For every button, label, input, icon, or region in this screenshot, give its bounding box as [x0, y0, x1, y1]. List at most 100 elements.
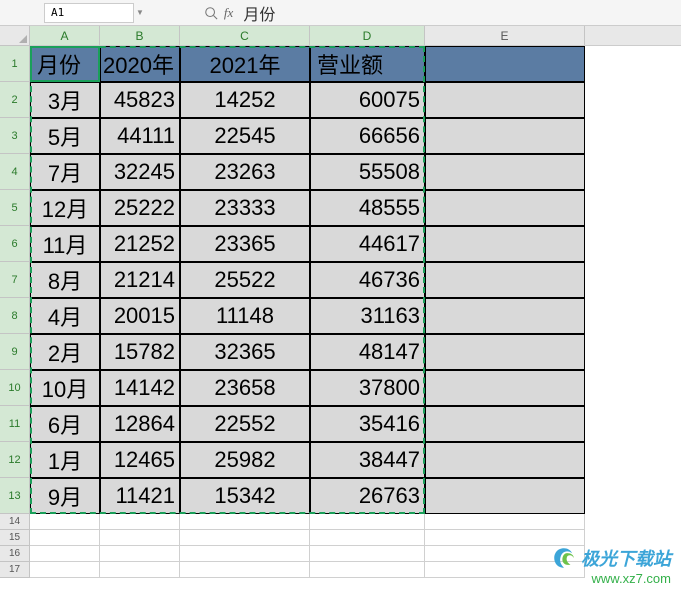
- search-icon[interactable]: [204, 6, 218, 20]
- header-month[interactable]: 月份: [30, 46, 100, 82]
- cell-2020[interactable]: 12864: [100, 406, 180, 442]
- cell-2020[interactable]: 32245: [100, 154, 180, 190]
- cell-empty[interactable]: [425, 406, 585, 442]
- cell-revenue[interactable]: 38447: [310, 442, 425, 478]
- cell-empty[interactable]: [30, 562, 100, 578]
- cell-empty[interactable]: [425, 154, 585, 190]
- cell-2020[interactable]: 12465: [100, 442, 180, 478]
- cell-month[interactable]: 6月: [30, 406, 100, 442]
- row-header[interactable]: 6: [0, 226, 30, 262]
- row-header[interactable]: 16: [0, 546, 30, 562]
- cell-empty[interactable]: [180, 530, 310, 546]
- cell-empty[interactable]: [425, 442, 585, 478]
- cell-2021[interactable]: 23333: [180, 190, 310, 226]
- cell-empty[interactable]: [425, 226, 585, 262]
- cell-empty[interactable]: [100, 530, 180, 546]
- cell-month[interactable]: 8月: [30, 262, 100, 298]
- row-header[interactable]: 11: [0, 406, 30, 442]
- cell-2020[interactable]: 45823: [100, 82, 180, 118]
- cell-2020[interactable]: 14142: [100, 370, 180, 406]
- cell-revenue[interactable]: 48147: [310, 334, 425, 370]
- cell-month[interactable]: 11月: [30, 226, 100, 262]
- cell-2021[interactable]: 25522: [180, 262, 310, 298]
- cell-revenue[interactable]: 55508: [310, 154, 425, 190]
- cell-revenue[interactable]: 66656: [310, 118, 425, 154]
- cell-empty[interactable]: [425, 190, 585, 226]
- cell-revenue[interactable]: 48555: [310, 190, 425, 226]
- cell-2020[interactable]: 15782: [100, 334, 180, 370]
- cell-empty[interactable]: [30, 546, 100, 562]
- cell-revenue[interactable]: 46736: [310, 262, 425, 298]
- cell-revenue[interactable]: 44617: [310, 226, 425, 262]
- cell-empty[interactable]: [30, 514, 100, 530]
- cell-2021[interactable]: 14252: [180, 82, 310, 118]
- cell-2021[interactable]: 23263: [180, 154, 310, 190]
- cell-month[interactable]: 3月: [30, 82, 100, 118]
- column-header-E[interactable]: E: [425, 26, 585, 45]
- cell-empty[interactable]: [425, 514, 585, 530]
- cell-reference-box[interactable]: A1: [44, 3, 134, 23]
- cell-empty[interactable]: [310, 562, 425, 578]
- cell-empty[interactable]: [100, 562, 180, 578]
- cell-2020[interactable]: 25222: [100, 190, 180, 226]
- cell-empty[interactable]: [30, 530, 100, 546]
- cell-revenue[interactable]: 26763: [310, 478, 425, 514]
- row-header[interactable]: 8: [0, 298, 30, 334]
- row-header[interactable]: 7: [0, 262, 30, 298]
- cell-empty[interactable]: [180, 546, 310, 562]
- fx-icon[interactable]: fx: [224, 5, 233, 21]
- cell-2021[interactable]: 11148: [180, 298, 310, 334]
- row-header[interactable]: 9: [0, 334, 30, 370]
- cell-empty[interactable]: [425, 478, 585, 514]
- cell-2021[interactable]: 15342: [180, 478, 310, 514]
- cell-empty[interactable]: [180, 562, 310, 578]
- cell-2021[interactable]: 23658: [180, 370, 310, 406]
- row-header[interactable]: 17: [0, 562, 30, 578]
- cell-2021[interactable]: 23365: [180, 226, 310, 262]
- cell-revenue[interactable]: 35416: [310, 406, 425, 442]
- select-all-corner[interactable]: [0, 26, 30, 46]
- row-header[interactable]: 5: [0, 190, 30, 226]
- cell-empty[interactable]: [310, 530, 425, 546]
- cell-empty[interactable]: [180, 514, 310, 530]
- cell-2020[interactable]: 20015: [100, 298, 180, 334]
- row-header[interactable]: 3: [0, 118, 30, 154]
- cell-2020[interactable]: 21214: [100, 262, 180, 298]
- row-header[interactable]: 14: [0, 514, 30, 530]
- cell-month[interactable]: 1月: [30, 442, 100, 478]
- header-revenue[interactable]: 营业额: [310, 46, 425, 82]
- cell-empty[interactable]: [425, 370, 585, 406]
- cell-2021[interactable]: 25982: [180, 442, 310, 478]
- cell-2020[interactable]: 44111: [100, 118, 180, 154]
- column-header-A[interactable]: A: [30, 26, 100, 45]
- cell-month[interactable]: 9月: [30, 478, 100, 514]
- row-header[interactable]: 12: [0, 442, 30, 478]
- cell-empty[interactable]: [425, 46, 585, 82]
- column-header-D[interactable]: D: [310, 26, 425, 45]
- cell-month[interactable]: 5月: [30, 118, 100, 154]
- cell-revenue[interactable]: 37800: [310, 370, 425, 406]
- cell-empty[interactable]: [425, 530, 585, 546]
- cell-empty[interactable]: [425, 262, 585, 298]
- cell-empty[interactable]: [100, 514, 180, 530]
- cell-2020[interactable]: 11421: [100, 478, 180, 514]
- row-header[interactable]: 2: [0, 82, 30, 118]
- cell-empty[interactable]: [425, 82, 585, 118]
- formula-input[interactable]: 月份: [243, 1, 275, 25]
- cell-month[interactable]: 10月: [30, 370, 100, 406]
- cell-empty[interactable]: [100, 546, 180, 562]
- cell-empty[interactable]: [425, 118, 585, 154]
- cell-month[interactable]: 2月: [30, 334, 100, 370]
- cell-2021[interactable]: 22552: [180, 406, 310, 442]
- row-header[interactable]: 4: [0, 154, 30, 190]
- cell-month[interactable]: 4月: [30, 298, 100, 334]
- cell-empty[interactable]: [425, 298, 585, 334]
- header-2020[interactable]: 2020年: [100, 46, 180, 82]
- column-header-C[interactable]: C: [180, 26, 310, 45]
- row-header[interactable]: 13: [0, 478, 30, 514]
- cell-revenue[interactable]: 31163: [310, 298, 425, 334]
- column-header-B[interactable]: B: [100, 26, 180, 45]
- header-2021[interactable]: 2021年: [180, 46, 310, 82]
- cell-revenue[interactable]: 60075: [310, 82, 425, 118]
- cell-empty[interactable]: [310, 546, 425, 562]
